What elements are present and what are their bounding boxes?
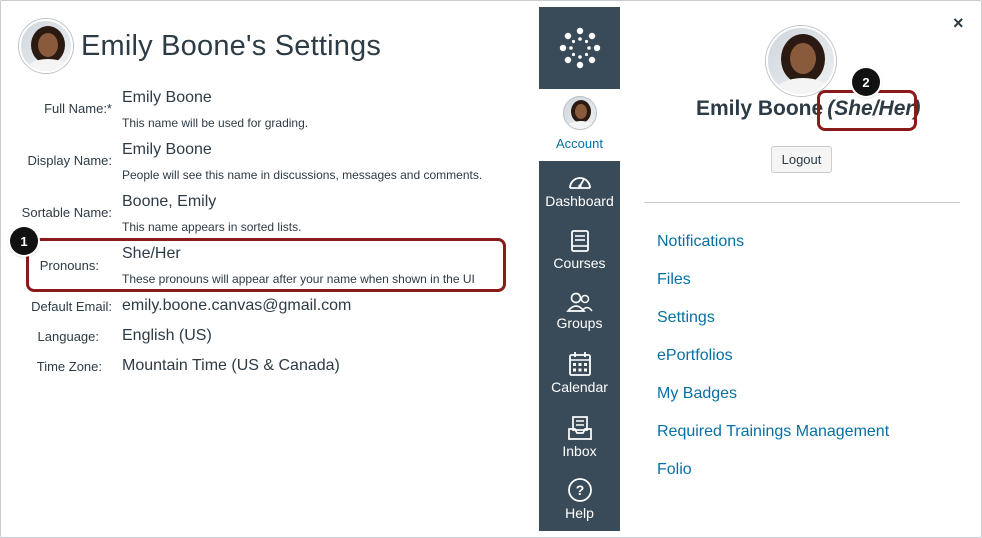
field-label: Full Name:* [44, 101, 112, 116]
canvas-logo-icon [559, 27, 600, 69]
nav-item-dashboard[interactable]: Dashboard [539, 171, 620, 209]
field-label: Display Name: [27, 153, 112, 168]
nav-item-label: Courses [553, 255, 606, 271]
groups-icon [565, 292, 593, 312]
nav-item-label: Calendar [551, 379, 608, 395]
tray-avatar [766, 26, 836, 96]
screenshot-frame: Emily Boone's Settings Full Name:* Emily… [0, 0, 982, 538]
nav-item-label: Dashboard [545, 193, 614, 209]
user-name: Emily Boone [696, 97, 824, 120]
field-label: Sortable Name: [21, 205, 112, 220]
link-eportfolios[interactable]: ePortfolios [657, 347, 733, 365]
nav-item-groups[interactable]: Groups [539, 291, 620, 331]
link-required-trainings[interactable]: Required Trainings Management [657, 423, 889, 441]
field-label: Time Zone: [36, 359, 102, 374]
link-settings[interactable]: Settings [657, 309, 715, 327]
nav-item-courses[interactable]: Courses [539, 229, 620, 271]
pronouns-highlight [26, 238, 506, 292]
profile-avatar[interactable] [19, 19, 73, 73]
inbox-icon [567, 416, 592, 440]
courses-icon [570, 230, 589, 252]
settings-header: Emily Boone's Settings [19, 19, 381, 73]
canvas-logo[interactable] [539, 7, 620, 90]
tray-divider [644, 202, 960, 203]
dashboard-icon [568, 177, 591, 189]
close-icon[interactable]: × [953, 13, 964, 34]
callout-1: 1 [10, 227, 38, 255]
nav-item-help[interactable]: ? Help [539, 477, 620, 521]
callout-2: 2 [852, 68, 880, 96]
pronouns-highlight-tray [817, 90, 917, 131]
nav-item-label: Help [565, 505, 594, 521]
global-navigation: Account Dashboard Courses Groups Calenda… [539, 7, 620, 531]
help-icon: ? [567, 478, 592, 502]
field-value: English (US) [122, 327, 212, 344]
page-title: Emily Boone's Settings [81, 29, 382, 62]
link-folio[interactable]: Folio [657, 461, 692, 479]
nav-item-inbox[interactable]: Inbox [539, 415, 620, 459]
field-value: Mountain Time (US & Canada) [122, 357, 340, 374]
field-value: Emily Boone [122, 89, 212, 106]
logout-button[interactable]: Logout [771, 146, 832, 173]
link-files[interactable]: Files [657, 271, 691, 289]
field-value: Boone, Emily [122, 193, 217, 210]
field-label: Language: [37, 329, 99, 344]
field-value: Emily Boone [122, 141, 212, 158]
nav-item-label: Inbox [562, 443, 597, 459]
nav-item-label: Account [556, 136, 603, 151]
field-value: emily.boone.canvas@gmail.com [122, 297, 352, 314]
nav-item-calendar[interactable]: Calendar [539, 351, 620, 395]
field-hint: This name will be used for grading. [122, 116, 309, 130]
nav-item-account[interactable]: Account [539, 89, 620, 161]
field-label: Default Email: [31, 299, 112, 314]
field-hint: People will see this name in discussions… [122, 168, 483, 182]
link-notifications[interactable]: Notifications [657, 233, 744, 251]
field-hint: This name appears in sorted lists. [122, 220, 302, 234]
account-avatar [562, 96, 597, 130]
nav-item-label: Groups [556, 315, 603, 331]
link-my-badges[interactable]: My Badges [657, 385, 737, 403]
svg-text:?: ? [575, 482, 584, 498]
calendar-icon [568, 352, 591, 376]
